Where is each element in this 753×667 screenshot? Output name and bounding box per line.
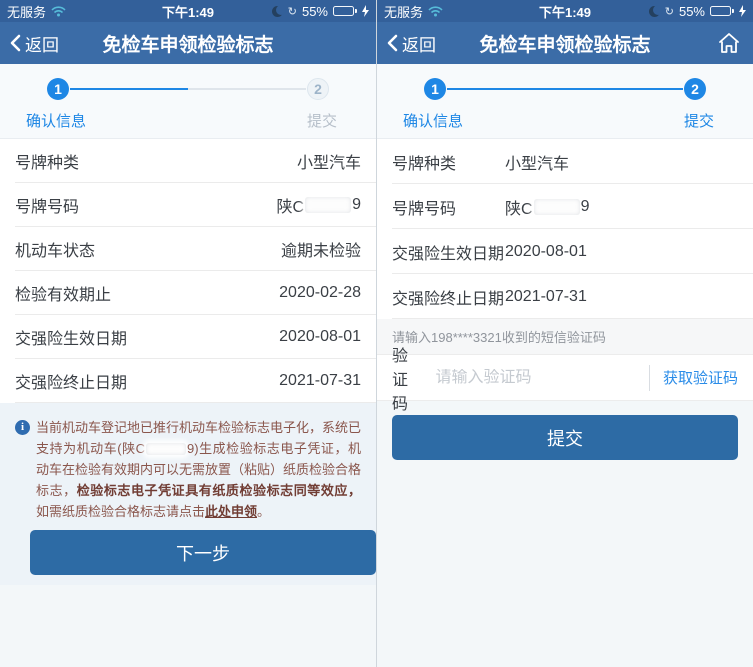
info-icon: i — [15, 420, 30, 435]
row-plate-number: 号牌号码 陕C9 — [377, 184, 753, 229]
do-not-disturb-moon-icon — [649, 6, 660, 17]
verification-code-row: 验证码 获取验证码 — [377, 355, 753, 401]
next-step-button[interactable]: 下一步 — [30, 530, 376, 575]
submit-button[interactable]: 提交 — [392, 415, 738, 460]
screen-confirm-info: 无服务 下午1:49 ↻ 55% — [0, 0, 376, 667]
step-2-label: 提交 — [684, 110, 714, 131]
vehicle-info-form: 号牌种类 小型汽车 号牌号码 陕C9 交强险生效日期 2020-08-01 交强… — [377, 139, 753, 319]
dual-screenshot: 无服务 下午1:49 ↻ 55% — [0, 0, 753, 667]
step-2-label: 提交 — [307, 110, 337, 131]
step-indicator: 1 2 确认信息 提交 — [377, 64, 753, 139]
chevron-left-icon — [10, 34, 21, 52]
battery-icon — [333, 6, 357, 16]
nav-bar: 返回 免检车申领检验标志 — [0, 22, 376, 64]
back-label: 返回 — [402, 31, 436, 56]
vehicle-info-form: 号牌种类 小型汽车 号牌号码 陕C9 机动车状态 逾期未检验 检验有效期止 20… — [0, 139, 376, 403]
row-insurance-start: 交强险生效日期 2020-08-01 — [377, 229, 753, 274]
redaction-blur — [534, 199, 580, 215]
redaction-blur — [146, 443, 186, 455]
status-bar: 无服务 下午1:49 ↻ 55% — [0, 0, 376, 22]
verification-code-input[interactable] — [436, 369, 643, 387]
row-insurance-end: 交强险终止日期 2021-07-31 — [377, 274, 753, 319]
battery-icon — [710, 6, 734, 16]
rotation-lock-icon: ↻ — [665, 5, 674, 18]
page-title: 免检车申领检验标志 — [102, 30, 273, 57]
step-1-circle: 1 — [424, 78, 446, 100]
step-1-label: 确认信息 — [403, 110, 463, 131]
step-indicator: 1 2 确认信息 提交 — [0, 64, 376, 139]
sms-code-hint: 请输入198****3321收到的短信验证码 — [377, 319, 753, 355]
step-2-circle: 2 — [684, 78, 706, 100]
step-1-label: 确认信息 — [26, 110, 86, 131]
home-icon — [717, 32, 741, 54]
back-button[interactable]: 返回 — [10, 22, 59, 64]
status-bar: 无服务 下午1:49 ↻ 55% — [377, 0, 753, 22]
row-plate-type: 号牌种类 小型汽车 — [0, 139, 376, 183]
home-button[interactable] — [717, 22, 741, 64]
charging-bolt-icon — [739, 5, 746, 17]
row-inspection-expiry: 检验有效期止 2020-02-28 — [0, 271, 376, 315]
notice-section: i当前机动车登记地已推行机动车检验标志电子化，系统已支持为机动车(陕C9)生成检… — [0, 403, 376, 585]
code-label: 验证码 — [392, 342, 414, 414]
row-vehicle-status: 机动车状态 逾期未检验 — [0, 227, 376, 271]
row-plate-number: 号牌号码 陕C9 — [0, 183, 376, 227]
battery-percent-label: 55% — [302, 4, 328, 19]
row-plate-type: 号牌种类 小型汽车 — [377, 139, 753, 184]
apply-paper-mark-link[interactable]: 此处申领 — [205, 504, 257, 519]
battery-percent-label: 55% — [679, 4, 705, 19]
rotation-lock-icon: ↻ — [288, 5, 297, 18]
step-2-circle: 2 — [307, 78, 329, 100]
electronic-mark-notice: i当前机动车登记地已推行机动车检验标志电子化，系统已支持为机动车(陕C9)生成检… — [15, 417, 361, 522]
redaction-blur — [305, 197, 351, 213]
back-label: 返回 — [25, 31, 59, 56]
step-1-circle: 1 — [47, 78, 69, 100]
chevron-left-icon — [387, 34, 398, 52]
row-insurance-start: 交强险生效日期 2020-08-01 — [0, 315, 376, 359]
nav-bar: 返回 免检车申领检验标志 — [377, 22, 753, 64]
do-not-disturb-moon-icon — [272, 6, 283, 17]
screen-submit: 无服务 下午1:49 ↻ 55% — [377, 0, 753, 667]
back-button[interactable]: 返回 — [387, 22, 436, 64]
row-insurance-end: 交强险终止日期 2021-07-31 — [0, 359, 376, 403]
get-code-button[interactable]: 获取验证码 — [663, 367, 738, 388]
page-title: 免检车申领检验标志 — [479, 30, 650, 57]
charging-bolt-icon — [362, 5, 369, 17]
